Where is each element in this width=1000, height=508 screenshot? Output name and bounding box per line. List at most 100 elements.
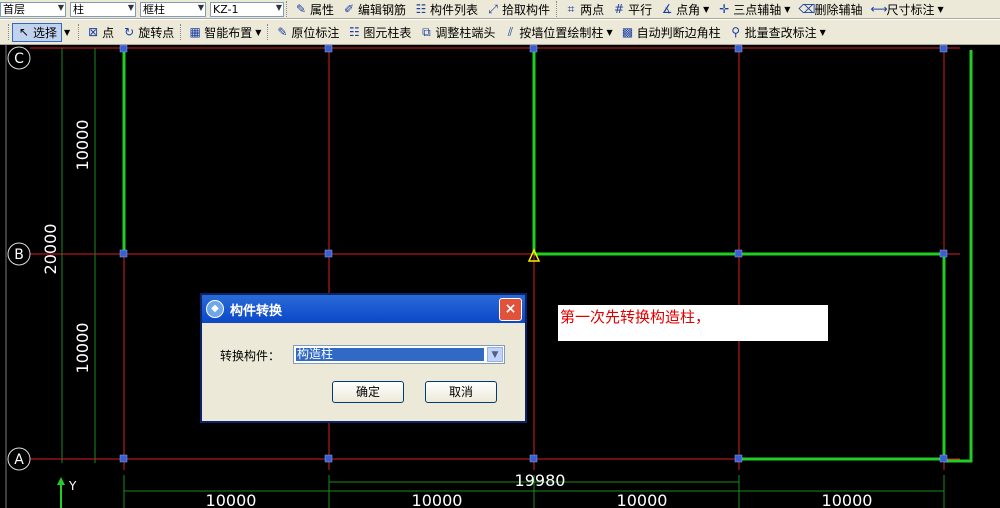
wall-draw-icon: ⫽ <box>507 25 514 39</box>
ok-button[interactable]: 确定 <box>332 381 404 403</box>
auto-corner-label: 自动判断边角柱 <box>636 25 721 40</box>
dimension-icon: ⟷ <box>870 2 888 16</box>
smart-layout-button[interactable]: ▦ 智能布置 ▼ <box>184 24 265 41</box>
chevron-down-icon: ▼ <box>937 4 944 14</box>
axis-label-c: C <box>14 51 24 67</box>
dimension-label: 尺寸标注 <box>886 2 935 17</box>
chevron-down-icon: ▼ <box>57 2 64 12</box>
in-place-label-text: 原位标注 <box>291 25 340 40</box>
properties-button[interactable]: ✎ 属性 <box>290 1 338 18</box>
point-label: 点 <box>102 25 115 40</box>
convert-selected-value: 构造柱 <box>296 348 484 361</box>
axis-label-b: B <box>14 247 24 263</box>
properties-icon: ✎ <box>295 2 307 16</box>
close-button[interactable]: × <box>499 298 522 321</box>
dimension-button[interactable]: ⟷ 尺寸标注 ▼ <box>866 1 947 18</box>
batch-label-text: 批量查改标注 <box>744 25 817 40</box>
convert-component-dialog: ◆ 构件转换 × 转换构件： 构造柱 ▼ 确定 取消 <box>200 293 527 423</box>
convert-component-select[interactable]: 构造柱 ▼ <box>293 345 505 364</box>
select-label: 选择 <box>33 25 58 40</box>
picker-icon: ⤢ <box>488 2 498 16</box>
convert-row: 转换构件： <box>220 347 280 364</box>
dialog-titlebar[interactable]: ◆ 构件转换 × <box>202 295 525 323</box>
magnifier-icon: ⚲ <box>731 25 740 39</box>
chevron-down-icon: ▼ <box>606 27 613 37</box>
edit-rebar-label: 编辑钢筋 <box>358 2 407 17</box>
three-point-axis-button[interactable]: ✛ 三点辅轴 ▼ <box>713 1 794 18</box>
rotate-point-button[interactable]: ↻ 旋转点 <box>118 24 178 41</box>
component-list-button[interactable]: ☷ 构件列表 <box>410 1 482 18</box>
toolbar-separator <box>286 1 288 17</box>
cad-canvas[interactable]: C B A 10000 10000 20000 10000 10000 1000… <box>0 45 1000 508</box>
chevron-down-icon: ▼ <box>197 2 204 12</box>
eraser-icon: ⌫ <box>798 2 816 16</box>
toolbar-separator <box>180 24 182 40</box>
corner-grid-icon: ▩ <box>621 25 634 39</box>
chevron-down-icon: ▼ <box>703 4 710 14</box>
chevron-down-icon[interactable]: ▼ <box>487 347 503 362</box>
dim-text-partial: 19980 <box>515 471 566 490</box>
toolbar-separator <box>78 24 80 40</box>
floor-select[interactable]: 首层 ▼ <box>0 1 66 17</box>
list-icon: ☷ <box>415 2 427 16</box>
parallel-label: 平行 <box>628 2 653 17</box>
in-place-label-button[interactable]: ✎ 原位标注 <box>271 24 343 41</box>
rotate-point-label: 旋转点 <box>138 25 175 40</box>
dim-text-bottom-2: 10000 <box>412 491 463 508</box>
dim-text-bottom-1: 10000 <box>206 491 257 508</box>
ucs-y-label: Y <box>68 479 77 493</box>
cancel-button[interactable]: 取消 <box>425 381 497 403</box>
chevron-down-icon: ▼ <box>127 2 134 12</box>
table-icon: ☷ <box>349 25 360 39</box>
edit-rebar-button[interactable]: ✐ 编辑钢筋 <box>338 1 410 18</box>
convert-label: 转换构件： <box>220 349 281 363</box>
dim-text-total: 20000 <box>41 224 60 275</box>
auto-corner-button[interactable]: ▩ 自动判断边角柱 <box>617 24 725 41</box>
chevron-down-icon: ▼ <box>819 27 826 37</box>
pick-component-label: 拾取构件 <box>502 2 551 17</box>
draw-by-wall-button[interactable]: ⫽ 按墙位置绘制柱 ▼ <box>499 24 616 41</box>
chevron-down-icon: ▼ <box>275 2 282 12</box>
pencil-icon: ✎ <box>277 25 288 39</box>
rotate-icon: ↻ <box>124 25 135 39</box>
dim-text-upper: 10000 <box>73 120 92 171</box>
chevron-down-icon[interactable]: ▼ <box>64 28 70 37</box>
element-table-button[interactable]: ☷ 图元柱表 <box>343 24 415 41</box>
parallel-button[interactable]: # 平行 <box>608 1 656 18</box>
parallel-icon: # <box>614 2 625 16</box>
element-table-label: 图元柱表 <box>363 25 412 40</box>
component-select[interactable]: KZ-1 ▼ <box>210 1 284 17</box>
floor-value: 首层 <box>3 3 25 16</box>
adjust-column-end-button[interactable]: ⧉ 调整柱端头 <box>415 24 499 41</box>
point-angle-button[interactable]: ∡ 点角 ▼ <box>656 1 713 18</box>
type-value: 框柱 <box>143 3 165 16</box>
three-point-axis-label: 三点辅轴 <box>733 2 782 17</box>
two-points-icon: ⌗ <box>567 2 575 16</box>
two-points-button[interactable]: ⌗ 两点 <box>560 1 608 18</box>
ucs-icon: Y <box>57 477 77 508</box>
toolbar-separator <box>267 24 269 40</box>
smart-layout-label: 智能布置 <box>204 25 253 40</box>
point-angle-label: 点角 <box>676 2 701 17</box>
axis-label-a: A <box>14 452 24 468</box>
batch-label-button[interactable]: ⚲ 批量查改标注 ▼ <box>725 24 830 41</box>
type-select[interactable]: 框柱 ▼ <box>140 1 206 17</box>
grid-icon: ▦ <box>189 25 201 39</box>
chevron-down-icon: ▼ <box>255 27 262 37</box>
adjust-column-end-label: 调整柱端头 <box>435 25 496 40</box>
toolbar-draw: ↖ 选择 ▼ ⊠ 点 ↻ 旋转点 ▦ 智能布置 ▼ ✎ 原位标注 ☷ 图元柱表 ⧉ 调整柱端头 … <box>0 19 1000 45</box>
draw-by-wall-label: 按墙位置绘制柱 <box>519 25 604 40</box>
point-angle-icon: ∡ <box>661 2 673 16</box>
app-icon: ◆ <box>206 300 224 318</box>
toolbar-separator <box>556 1 558 17</box>
category-select[interactable]: 柱 ▼ <box>70 1 136 17</box>
point-icon: ⊠ <box>88 25 99 39</box>
toolbar-grip <box>8 24 10 40</box>
point-button[interactable]: ⊠ 点 <box>82 24 118 41</box>
select-button[interactable]: ↖ 选择 <box>12 22 63 42</box>
pick-component-button[interactable]: ⤢ 拾取构件 <box>482 1 554 18</box>
tutorial-note: 第一次先转换构造柱， <box>558 305 828 341</box>
delete-axis-button[interactable]: ⌫ 删除辅轴 <box>794 1 866 18</box>
component-value: KZ-1 <box>213 2 239 16</box>
category-value: 柱 <box>73 3 84 16</box>
